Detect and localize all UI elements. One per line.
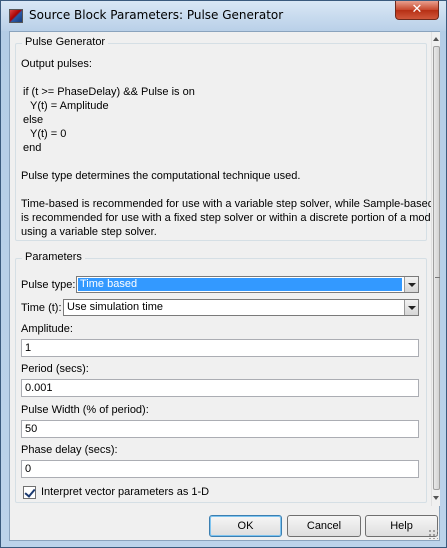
interpret-vector-label: Interpret vector parameters as 1-D: [41, 486, 210, 498]
period-field[interactable]: 0.001: [21, 379, 419, 397]
description-line: Pulse type determines the computational …: [21, 170, 301, 182]
pulse-type-dropdown[interactable]: Time based: [76, 276, 419, 293]
pulse-type-label: Pulse type:: [21, 279, 76, 291]
description-line: if (t >= PhaseDelay) && Pulse is on: [23, 86, 195, 98]
simulink-app-icon: [9, 9, 23, 23]
time-dropdown[interactable]: Use simulation time: [63, 299, 419, 316]
scroll-up-arrow-icon[interactable]: [433, 37, 439, 41]
pulse-width-field[interactable]: 50: [21, 420, 419, 438]
amplitude-field[interactable]: 1: [21, 339, 419, 357]
parameters-scroll-area: Pulse Generator Output pulses: if (t >= …: [10, 32, 431, 506]
cancel-button[interactable]: Cancel: [287, 515, 361, 537]
scroll-grip-icon: [435, 277, 440, 278]
chevron-down-icon[interactable]: [404, 300, 418, 315]
description-line: using a variable step solver.: [21, 226, 157, 238]
phase-delay-field[interactable]: 0: [21, 460, 419, 478]
pulse-type-value: Time based: [78, 278, 402, 291]
scrollbar-thumb[interactable]: [433, 46, 440, 490]
description-group-title: Pulse Generator: [22, 36, 109, 48]
description-line: else: [23, 114, 44, 126]
amplitude-label: Amplitude:: [21, 323, 73, 335]
description-line: Y(t) = 0: [30, 128, 67, 140]
close-button[interactable]: ✕: [395, 1, 439, 20]
description-line: end: [23, 142, 42, 154]
dialog-window: Source Block Parameters: Pulse Generator…: [0, 0, 447, 548]
description-line: Y(t) = Amplitude: [30, 100, 109, 112]
window-title: Source Block Parameters: Pulse Generator: [29, 8, 284, 22]
resize-grip-icon[interactable]: [428, 529, 438, 539]
scroll-down-arrow-icon[interactable]: [433, 496, 439, 500]
parameters-group-title: Parameters: [22, 251, 85, 263]
title-bar[interactable]: Source Block Parameters: Pulse Generator…: [1, 1, 446, 31]
ok-button[interactable]: OK: [209, 515, 282, 537]
phase-delay-label: Phase delay (secs):: [21, 444, 118, 456]
chevron-down-icon[interactable]: [404, 277, 418, 292]
description-line: Output pulses:: [21, 58, 92, 70]
interpret-vector-checkbox[interactable]: [23, 486, 36, 499]
time-value: Use simulation time: [67, 301, 163, 313]
description-line: is recommended for use with a fixed step…: [21, 212, 431, 224]
pulse-width-label: Pulse Width (% of period):: [21, 404, 149, 416]
dialog-client-area: Pulse Generator Output pulses: if (t >= …: [9, 31, 440, 541]
vertical-scrollbar[interactable]: [431, 32, 440, 506]
period-label: Period (secs):: [21, 363, 89, 375]
time-label: Time (t):: [21, 302, 62, 314]
description-line: Time-based is recommended for use with a…: [21, 198, 431, 210]
